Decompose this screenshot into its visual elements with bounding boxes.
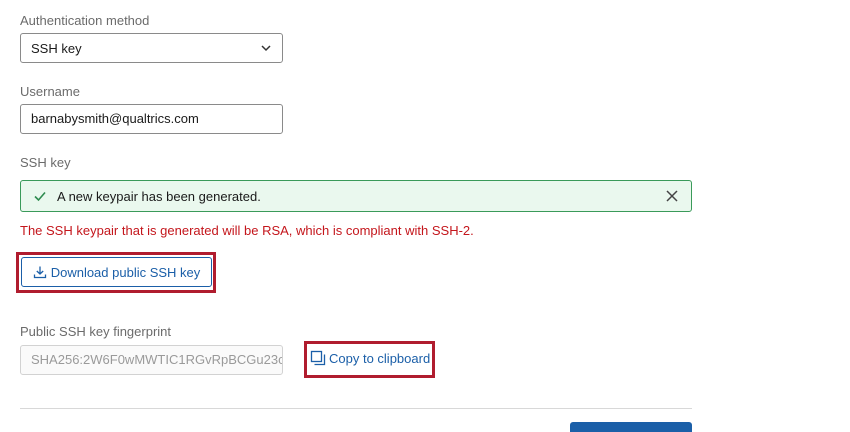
alert-message: A new keypair has been generated. bbox=[57, 188, 261, 204]
chevron-down-icon bbox=[261, 45, 271, 52]
download-public-ssh-key-button[interactable]: Download public SSH key bbox=[21, 257, 212, 287]
auth-method-value: SSH key bbox=[31, 40, 82, 56]
copy-icon bbox=[310, 350, 326, 366]
download-button-label: Download public SSH key bbox=[50, 264, 201, 280]
username-field[interactable]: barnabysmith@qualtrics.com bbox=[20, 104, 283, 134]
close-icon[interactable] bbox=[665, 189, 679, 203]
check-icon bbox=[34, 191, 46, 202]
ssh-key-label: SSH key bbox=[20, 155, 71, 170]
divider bbox=[20, 408, 692, 409]
copy-link-label: Copy to clipboard bbox=[329, 350, 431, 366]
fingerprint-field: SHA256:2W6F0wMWTIC1RGvRpBCGu23cgl bbox=[20, 345, 283, 375]
auth-method-label: Authentication method bbox=[20, 13, 150, 28]
username-label: Username bbox=[20, 84, 80, 99]
download-icon bbox=[33, 266, 46, 279]
auth-method-select[interactable]: SSH key bbox=[20, 33, 283, 63]
bottom-primary-button[interactable] bbox=[570, 422, 692, 432]
copy-to-clipboard-link[interactable]: Copy to clipboard bbox=[310, 350, 430, 366]
rsa-warning-text: The SSH keypair that is generated will b… bbox=[20, 223, 474, 238]
fingerprint-label: Public SSH key fingerprint bbox=[20, 324, 172, 339]
success-alert: A new keypair has been generated. bbox=[20, 180, 692, 212]
